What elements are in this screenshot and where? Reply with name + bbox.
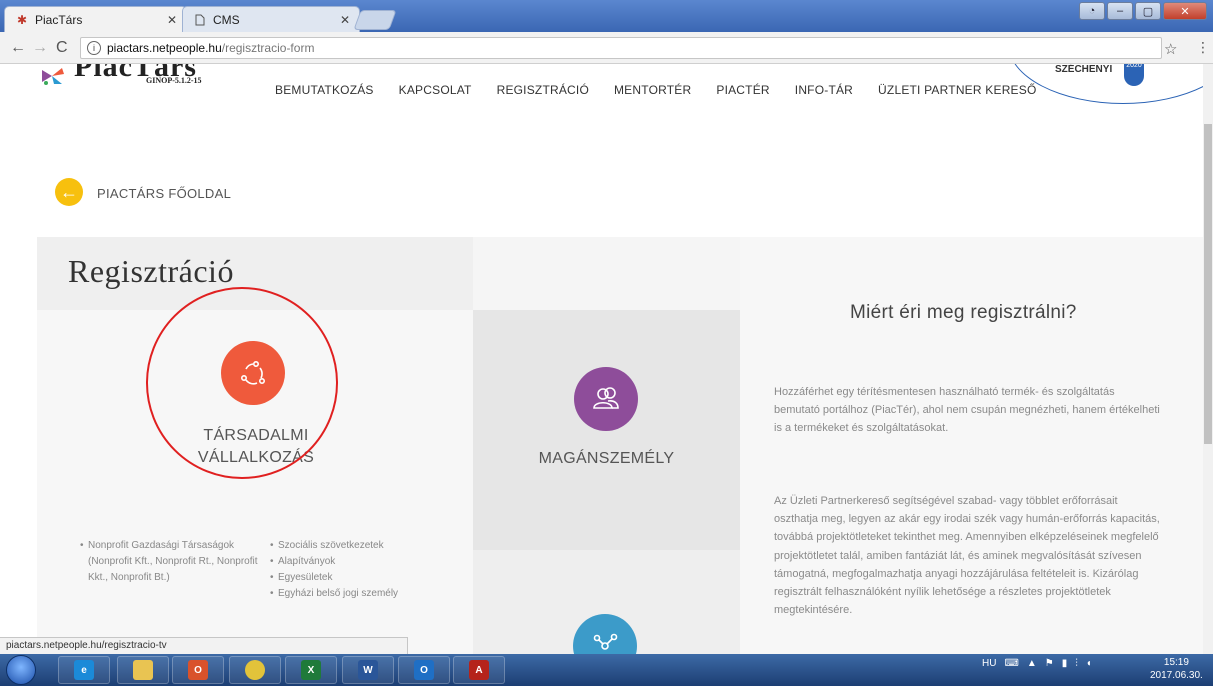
close-window-button[interactable]: ✕ <box>1163 2 1207 20</box>
partner-badge-year: 2020 <box>1126 64 1142 69</box>
partner-shield-icon[interactable]: 2020 <box>1124 64 1144 86</box>
system-tray: HU ⌨ ▲ ⚑ ▮ ⫶ ◖ <box>982 658 1092 669</box>
tab-title: CMS <box>213 12 240 27</box>
status-url-bubble: piactars.netpeople.hu/regisztracio-tv <box>0 637 408 654</box>
keyboard-icon[interactable]: ⌨ <box>1004 658 1018 669</box>
acrobat-icon: A <box>469 660 489 680</box>
why-title: Miért éri meg regisztrálni? <box>850 302 1077 323</box>
title-box-right <box>473 237 740 310</box>
list-item: Nonprofit Gazdasági Társaságok (Nonprofi… <box>80 538 258 586</box>
new-tab-button[interactable] <box>353 10 397 30</box>
clock-date: 2017.06.30. <box>1150 670 1203 681</box>
page-icon <box>193 13 207 27</box>
why-paragraph-2: Az Üzleti Partnerkereső segítségével sza… <box>774 495 1160 617</box>
annotation-circle <box>146 287 338 479</box>
list-item: Egyházi belső jogi személy <box>270 586 470 602</box>
taskbar-word[interactable]: W <box>342 656 394 684</box>
user-icon[interactable]: ◔ <box>1079 2 1105 20</box>
list-organisations: Szociális szövetkezetek Alapítványok Egy… <box>270 538 470 602</box>
scrollbar-thumb[interactable] <box>1204 124 1212 444</box>
address-path: /regisztracio-form <box>221 41 315 55</box>
card-label-maganszemely[interactable]: MAGÁNSZEMÉLY <box>473 448 740 470</box>
nav-info-tar[interactable]: INFO-TÁR <box>795 83 853 97</box>
outlook-icon: O <box>188 660 208 680</box>
why-register-panel: Miért éri meg regisztrálni? Hozzáférhet … <box>740 237 1203 654</box>
people-icon[interactable] <box>574 367 638 431</box>
window-controls: ◔ – ▢ ✕ <box>1079 2 1207 20</box>
start-button[interactable] <box>6 655 36 685</box>
nav-uzleti-partner-kereso[interactable]: ÜZLETI PARTNER KERESŐ <box>878 83 1036 97</box>
taskbar-outlook[interactable]: O <box>398 656 450 684</box>
reload-icon[interactable]: C <box>56 39 68 57</box>
site-subtitle: GINOP-5.1.2-15 <box>146 76 202 85</box>
flag-icon[interactable]: ⚑ <box>1045 658 1054 669</box>
taskbar-chrome[interactable] <box>229 656 281 684</box>
info-icon[interactable]: i <box>87 41 101 55</box>
nav-regisztracio[interactable]: REGISZTRÁCIÓ <box>497 83 589 97</box>
browser-toolbar: ← → C i piactars.netpeople.hu/regisztrac… <box>0 32 1213 64</box>
chrome-icon <box>245 660 265 680</box>
taskbar-excel[interactable]: X <box>285 656 337 684</box>
back-arrow-icon[interactable]: ← <box>55 178 83 206</box>
taskbar: e O X W O A HU ⌨ ▲ ⚑ ▮ ⫶ ◖ 15:19 2017.06… <box>0 654 1213 686</box>
close-icon[interactable]: ✕ <box>337 13 353 27</box>
tab-title: PiacTárs <box>35 12 83 27</box>
list-item: Alapítványok <box>270 554 470 570</box>
address-bar[interactable]: i piactars.netpeople.hu/regisztracio-for… <box>80 37 1162 59</box>
tab-piactars[interactable]: ✱ PiacTárs ✕ <box>4 6 187 32</box>
volume-icon[interactable]: ◖ <box>1086 658 1092 669</box>
list-item: Egyesületek <box>270 570 470 586</box>
folder-icon <box>133 660 153 680</box>
clock[interactable]: 15:19 2017.06.30. <box>1150 656 1203 682</box>
page-title: Regisztráció <box>68 253 234 289</box>
address-host: piactars.netpeople.hu <box>107 41 222 55</box>
taskbar-ie[interactable]: e <box>58 656 110 684</box>
language-indicator[interactable]: HU <box>982 658 996 669</box>
list-item: Szociális szövetkezetek <box>270 538 470 554</box>
network-tray-icon[interactable]: ▮ <box>1062 658 1068 669</box>
piactars-favicon-icon: ✱ <box>16 12 28 27</box>
mail-icon: O <box>414 660 434 680</box>
maximize-button[interactable]: ▢ <box>1135 2 1161 20</box>
excel-icon: X <box>301 660 321 680</box>
menu-dots-icon[interactable]: ⋮ <box>1196 39 1210 56</box>
list-nonprofit: Nonprofit Gazdasági Társaságok (Nonprofi… <box>80 538 258 586</box>
forward-arrow-icon[interactable]: → <box>32 39 48 57</box>
signal-icon[interactable]: ⫶ <box>1075 658 1078 669</box>
minimize-button[interactable]: – <box>1107 2 1133 20</box>
nav-kapcsolat[interactable]: KAPCSOLAT <box>399 83 472 97</box>
why-paragraph-1: Hozzáférhet egy térítésmentesen használh… <box>774 386 1160 435</box>
back-arrow-icon[interactable]: ← <box>10 39 26 57</box>
tab-cms[interactable]: CMS ✕ <box>182 6 360 32</box>
taskbar-explorer[interactable] <box>117 656 169 684</box>
ie-icon: e <box>74 660 94 680</box>
word-icon: W <box>358 660 378 680</box>
main-nav: BEMUTATKOZÁS KAPCSOLAT REGISZTRÁCIÓ MENT… <box>275 83 1062 97</box>
back-link[interactable]: PIACTÁRS FŐOLDAL <box>97 186 231 201</box>
clock-time: 15:19 <box>1163 657 1189 668</box>
chevron-up-icon[interactable]: ▲ <box>1027 658 1037 669</box>
partner-badge-text: SZÉCHENYI <box>1055 64 1113 75</box>
page-scrollbar[interactable] <box>1203 64 1213 654</box>
close-icon[interactable]: ✕ <box>164 13 180 27</box>
nav-bemutatkozas[interactable]: BEMUTATKOZÁS <box>275 83 374 97</box>
taskbar-acrobat[interactable]: A <box>453 656 505 684</box>
logo-mark-icon <box>42 68 64 85</box>
nav-piacter[interactable]: PIACTÉR <box>716 83 769 97</box>
taskbar-outlook-small[interactable]: O <box>172 656 224 684</box>
nav-mentorter[interactable]: MENTORTÉR <box>614 83 691 97</box>
star-icon[interactable]: ☆ <box>1164 40 1177 58</box>
browser-tabstrip: ✱ PiacTárs ✕ CMS ✕ ◔ – ▢ ✕ <box>0 0 1213 32</box>
